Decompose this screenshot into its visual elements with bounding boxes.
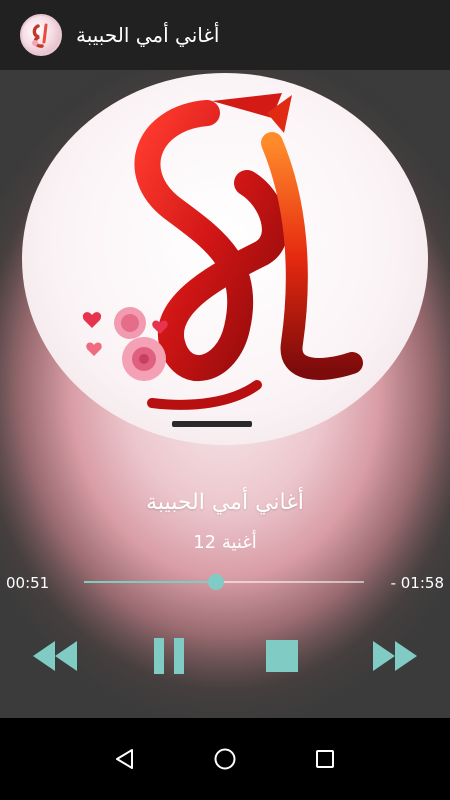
recents-button[interactable] <box>308 742 342 776</box>
system-nav-bar <box>0 718 450 800</box>
song-subtitle: أغنية 12 <box>193 532 257 553</box>
app-bar: أغاني أمي الحبيبة <box>0 0 450 70</box>
remaining-time: - 01:58 <box>390 574 444 592</box>
home-button[interactable] <box>208 742 242 776</box>
back-button[interactable] <box>108 742 142 776</box>
stop-icon <box>266 640 298 672</box>
rewind-button[interactable] <box>28 630 82 682</box>
pause-icon <box>154 638 184 674</box>
fast-forward-button[interactable] <box>368 630 422 682</box>
seek-bar[interactable] <box>84 574 364 590</box>
home-circle-icon <box>214 748 236 770</box>
app-logo-icon[interactable] <box>20 14 62 56</box>
album-art <box>22 73 428 445</box>
app-title: أغاني أمي الحبيبة <box>76 23 220 47</box>
recents-square-icon <box>316 750 334 768</box>
fast-forward-icon <box>373 641 417 671</box>
elapsed-time: 00:51 <box>6 574 50 592</box>
back-triangle-icon <box>116 749 133 769</box>
song-title: أغاني أمي الحبيبة <box>146 490 304 515</box>
playback-controls <box>0 630 450 682</box>
stop-button[interactable] <box>262 630 302 682</box>
seek-bar-progress <box>84 581 216 583</box>
pause-button[interactable] <box>148 630 190 682</box>
rewind-icon <box>33 641 77 671</box>
seek-bar-thumb[interactable] <box>207 574 224 590</box>
player-screen: أغاني أمي الحبيبة أغنية 12 00:51 - 01:58 <box>0 70 450 718</box>
